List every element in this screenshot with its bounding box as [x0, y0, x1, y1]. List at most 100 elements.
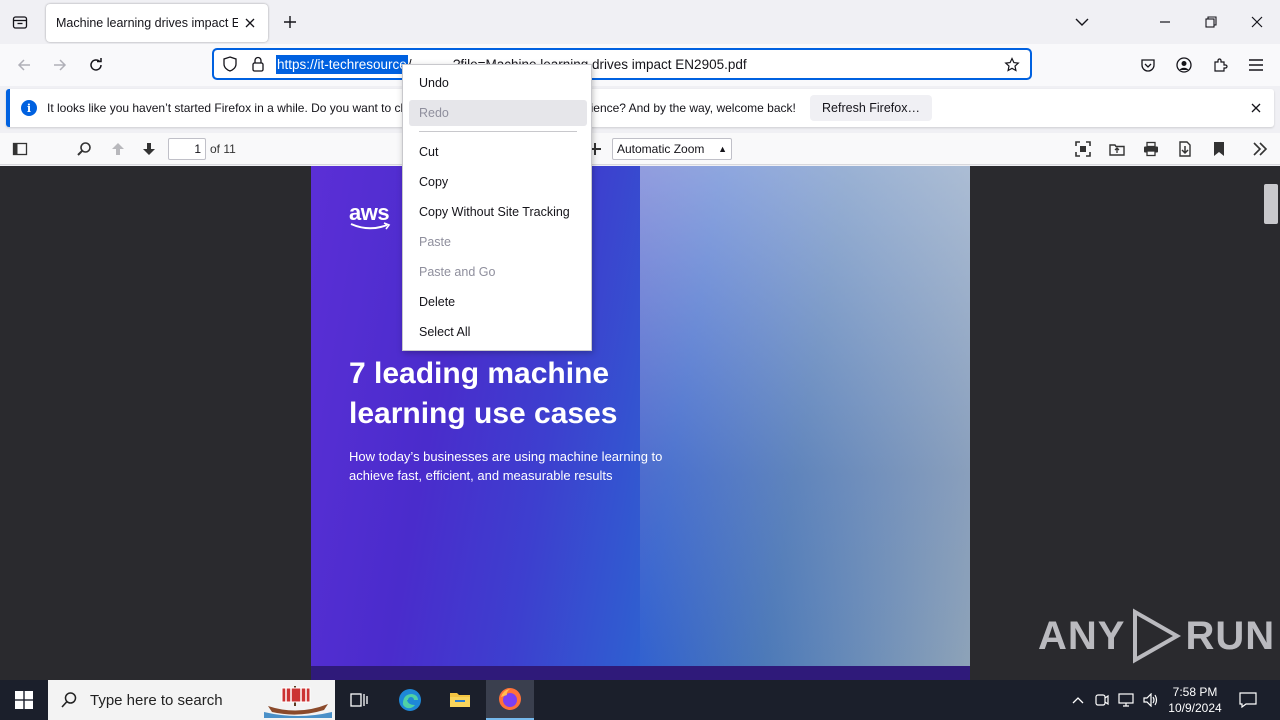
action-center-button[interactable] [1234, 680, 1262, 720]
page-number-input[interactable]: 1 [168, 138, 206, 160]
sidebar-icon [12, 142, 28, 156]
zoom-select-value: Automatic Zoom [617, 142, 705, 156]
back-button[interactable] [9, 51, 39, 79]
arrow-down-icon [143, 143, 155, 155]
tab-active[interactable]: Machine learning drives impact EN2905.pd… [46, 4, 268, 42]
taskbar-firefox[interactable] [486, 680, 534, 720]
context-menu-copy-without-tracking[interactable]: Copy Without Site Tracking [403, 199, 591, 225]
pocket-button[interactable] [1133, 51, 1163, 79]
tracking-protection-button[interactable] [218, 52, 242, 76]
clock-time: 7:58 PM [1172, 685, 1218, 699]
close-icon [1251, 16, 1263, 28]
notification-close-button[interactable] [1248, 100, 1264, 116]
context-menu-paste-and-go[interactable]: Paste and Go [403, 259, 591, 285]
page-photo-area [640, 166, 970, 680]
aws-smile-icon [350, 222, 391, 230]
arrow-right-icon [54, 59, 67, 71]
context-menu-select-all[interactable]: Select All [403, 319, 591, 345]
pdf-page-footer-band [311, 666, 970, 680]
hamburger-icon [1249, 59, 1263, 71]
list-all-tabs-button[interactable] [1068, 7, 1096, 37]
windows-logo-icon [15, 691, 33, 709]
download-button[interactable] [1173, 137, 1197, 161]
previous-page-button[interactable] [106, 137, 130, 161]
scrollbar[interactable] [1262, 166, 1280, 680]
search-icon [77, 142, 91, 156]
volume-button[interactable] [1140, 680, 1162, 720]
taskbar-file-explorer[interactable] [436, 680, 484, 720]
viking-ship-icon [264, 686, 332, 718]
info-icon: i [21, 100, 37, 116]
lock-icon [252, 56, 264, 72]
folder-icon [450, 693, 470, 707]
reload-button[interactable] [81, 51, 111, 79]
download-icon [1179, 141, 1191, 157]
context-menu-redo[interactable]: Redo [409, 100, 587, 126]
restore-icon [1205, 16, 1217, 28]
context-menu-cut[interactable]: Cut [403, 139, 591, 165]
scrollbar-thumb[interactable] [1264, 184, 1278, 224]
tab-strip: Machine learning drives impact EN2905.pd… [0, 0, 1280, 44]
taskbar-edge[interactable] [386, 680, 434, 720]
extensions-button[interactable] [1205, 51, 1235, 79]
page-count: of 11 [210, 142, 236, 156]
bookmark-button[interactable] [1207, 137, 1231, 161]
show-hidden-icons-button[interactable] [1068, 680, 1088, 720]
start-button[interactable] [0, 680, 48, 720]
anyrun-watermark: ANY RUN [1038, 608, 1275, 664]
reload-icon [90, 58, 102, 71]
sidebar-toggle-button[interactable] [8, 137, 32, 161]
menu-separator [419, 131, 577, 132]
tools-button[interactable] [1248, 137, 1272, 161]
watermark-text-left: ANY [1038, 613, 1126, 658]
bookmark-star-button[interactable] [1000, 53, 1024, 77]
print-icon [1144, 141, 1158, 157]
account-button[interactable] [1169, 51, 1199, 79]
firefox-view-button[interactable] [6, 7, 34, 37]
network-icon [1118, 693, 1134, 707]
bookmark-icon [1214, 142, 1224, 156]
task-view-button[interactable] [336, 680, 384, 720]
refresh-firefox-notification: i It looks like you haven’t started Fire… [6, 89, 1274, 127]
pocket-icon [1141, 59, 1155, 72]
minimize-icon [1160, 21, 1170, 23]
context-menu-delete[interactable]: Delete [403, 289, 591, 315]
close-icon [1251, 103, 1261, 113]
site-info-button[interactable] [246, 52, 270, 76]
tab-close-button[interactable] [242, 15, 258, 31]
forward-button[interactable] [45, 51, 75, 79]
taskbar-clock[interactable]: 7:58 PM 10/9/2024 [1164, 684, 1226, 716]
open-file-button[interactable] [1105, 137, 1129, 161]
firefox-icon [499, 688, 521, 710]
url-bar[interactable]: https://it-techresource/...........?file… [212, 48, 1032, 80]
fullscreen-icon [1075, 141, 1091, 157]
search-icon [61, 692, 77, 708]
app-menu-button[interactable] [1241, 51, 1271, 79]
context-menu-undo[interactable]: Undo [403, 70, 591, 96]
watermark-text-right: RUN [1185, 613, 1276, 658]
taskbar-search-box[interactable]: Type here to search [48, 680, 335, 720]
account-icon [1176, 57, 1192, 73]
zoom-select[interactable]: Automatic Zoom ▲ [612, 138, 732, 160]
double-chevron-right-icon [1253, 142, 1268, 156]
context-menu-copy[interactable]: Copy [403, 169, 591, 195]
new-tab-button[interactable] [276, 7, 304, 37]
pdf-viewer[interactable]: aws 7 leading machine learning use cases… [0, 166, 1280, 680]
taskbar: Type here to search 7:58 PM 10/9/2024 [0, 680, 1280, 720]
tray-app-button[interactable] [1092, 680, 1112, 720]
restore-button[interactable] [1188, 0, 1234, 44]
folder-open-icon [1109, 144, 1125, 156]
refresh-firefox-button[interactable]: Refresh Firefox… [810, 95, 932, 121]
next-page-button[interactable] [137, 137, 161, 161]
tab-title: Machine learning drives impact EN2905.pd… [56, 16, 239, 30]
presentation-mode-button[interactable] [1071, 137, 1095, 161]
context-menu: Undo Redo Cut Copy Copy Without Site Tra… [402, 64, 592, 351]
print-button[interactable] [1139, 137, 1163, 161]
puzzle-icon [1214, 58, 1228, 72]
nav-bar: https://it-techresource/...........?file… [0, 44, 1280, 86]
close-window-button[interactable] [1234, 0, 1280, 44]
network-button[interactable] [1116, 680, 1136, 720]
find-button[interactable] [72, 137, 96, 161]
minimize-button[interactable] [1142, 0, 1188, 44]
context-menu-paste[interactable]: Paste [403, 229, 591, 255]
